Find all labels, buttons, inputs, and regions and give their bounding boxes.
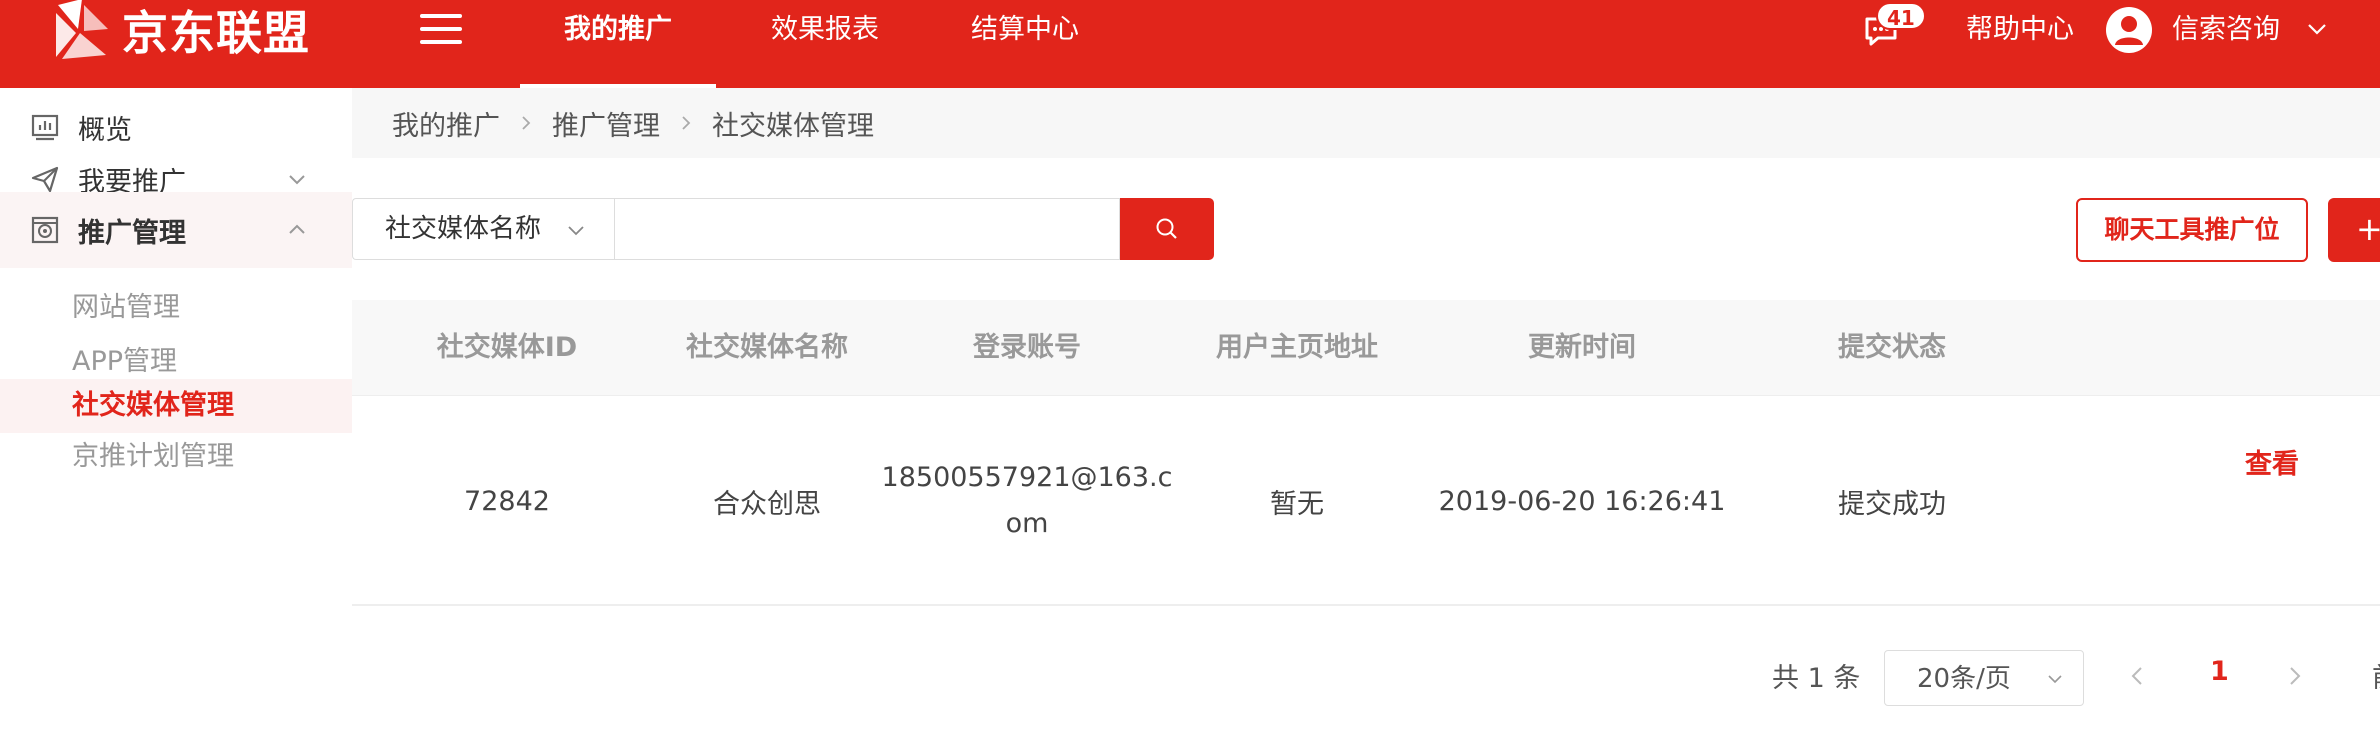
chevron-right-icon bbox=[522, 116, 531, 130]
next-page-icon[interactable] bbox=[2282, 664, 2306, 688]
pagination-jump-label: 前 bbox=[2372, 656, 2380, 695]
add-button[interactable]: + bbox=[2328, 198, 2380, 262]
search-input[interactable] bbox=[614, 198, 1120, 260]
chevron-up-icon bbox=[289, 224, 305, 234]
column-header: 更新时间 bbox=[1528, 332, 1636, 363]
column-header: 社交媒体ID bbox=[436, 332, 578, 363]
brand-name: 京东联盟 bbox=[122, 6, 310, 60]
logo-icon bbox=[56, 0, 108, 59]
jd-union-logo[interactable]: 京东联盟 bbox=[48, 0, 310, 60]
search-button[interactable] bbox=[1120, 198, 1214, 260]
account-line: om bbox=[1005, 508, 1049, 539]
view-link[interactable]: 查看 bbox=[2212, 396, 2332, 606]
help-center-link[interactable]: 帮助中心 bbox=[1966, 0, 2074, 60]
chevron-down-icon[interactable] bbox=[2306, 18, 2328, 40]
account-line: 18500557921@163.c bbox=[881, 462, 1173, 493]
sidebar-item-label: 推广管理 bbox=[78, 217, 186, 249]
page-size-value: 20条/页 bbox=[1917, 664, 2011, 694]
message-count-badge: 41 bbox=[1876, 2, 1926, 30]
nav-my-promotion[interactable]: 我的推广 bbox=[520, 0, 716, 88]
chat-tool-promotion-button[interactable]: 聊天工具推广位 bbox=[2076, 198, 2308, 262]
column-header: 社交媒体名称 bbox=[686, 332, 848, 363]
sidebar-item-promotion-management[interactable]: 推广管理 bbox=[0, 192, 352, 268]
breadcrumb-item[interactable]: 我的推广 bbox=[392, 104, 500, 143]
chevron-down-icon bbox=[2048, 675, 2062, 684]
sidebar: 概览 我要推广 推广管理 网站管理 APP管理 社交媒体管理 京推计划管理 bbox=[0, 88, 352, 746]
breadcrumb: 我的推广 推广管理 社交媒体管理 bbox=[352, 88, 2380, 158]
breadcrumb-item[interactable]: 推广管理 bbox=[552, 104, 660, 143]
column-header: 提交状态 bbox=[1838, 332, 1946, 363]
sidebar-subitem-jingtui-plan[interactable]: 京推计划管理 bbox=[0, 430, 352, 484]
pagination-total: 共 1 条 bbox=[1772, 663, 1861, 694]
sidebar-subitem-website[interactable]: 网站管理 bbox=[0, 281, 352, 335]
chevron-right-icon bbox=[682, 116, 691, 130]
table-row: 72842 合众创思 18500557921@163.c om 暂无 2019-… bbox=[352, 396, 2380, 606]
page-number-current[interactable]: 1 bbox=[2210, 656, 2229, 687]
chart-icon bbox=[31, 114, 59, 141]
paper-plane-icon bbox=[31, 166, 59, 193]
manage-icon bbox=[31, 216, 59, 244]
cell-status: 提交成功 bbox=[1838, 488, 1946, 520]
cell-homepage: 暂无 bbox=[1270, 488, 1324, 520]
user-avatar[interactable] bbox=[2106, 7, 2152, 53]
previous-page-icon[interactable] bbox=[2126, 664, 2150, 688]
chevron-down-icon bbox=[289, 175, 305, 185]
nav-performance-report[interactable]: 效果报表 bbox=[740, 0, 910, 88]
cell-updated-time: 2019-06-20 16:26:41 bbox=[1438, 485, 1726, 517]
sidebar-subitem-social-media[interactable]: 社交媒体管理 bbox=[0, 379, 352, 433]
select-value: 社交媒体名称 bbox=[385, 214, 542, 244]
cell-name: 合众创思 bbox=[713, 488, 821, 520]
search-icon bbox=[1156, 218, 1177, 239]
column-header: 用户主页地址 bbox=[1216, 332, 1378, 363]
table-header: 社交媒体ID 社交媒体名称 登录账号 用户主页地址 更新时间 提交状态 bbox=[352, 300, 2380, 396]
menu-toggle-icon[interactable] bbox=[420, 14, 462, 48]
user-icon bbox=[2115, 16, 2143, 45]
search-field-select[interactable]: 社交媒体名称 bbox=[352, 198, 614, 260]
chevron-down-icon bbox=[568, 226, 584, 236]
breadcrumb-current: 社交媒体管理 bbox=[712, 110, 874, 142]
page-size-select[interactable]: 20条/页 bbox=[1884, 650, 2084, 706]
nav-settlement-center[interactable]: 结算中心 bbox=[940, 0, 1110, 88]
top-header: 京东联盟 我的推广 效果报表 结算中心 41 帮助中心 信索咨询 bbox=[0, 0, 2380, 88]
cell-id: 72842 bbox=[464, 485, 550, 517]
cell-account: 18500557921@163.c om bbox=[882, 396, 1173, 606]
column-header: 登录账号 bbox=[973, 332, 1081, 363]
user-name[interactable]: 信索咨询 bbox=[2172, 0, 2280, 60]
